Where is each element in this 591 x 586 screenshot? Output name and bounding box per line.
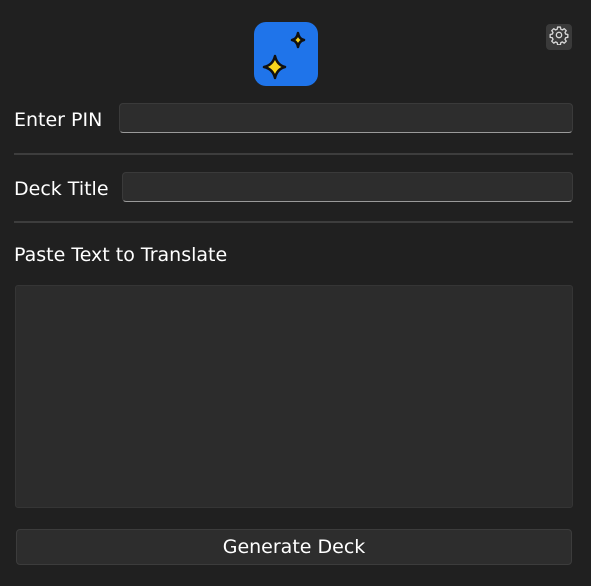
generate-deck-label: Generate Deck <box>222 536 366 558</box>
deck-title-label: Deck Title <box>14 178 109 200</box>
pin-input[interactable] <box>119 103 573 133</box>
gear-icon <box>549 25 569 49</box>
sparkles-icon <box>254 22 318 86</box>
translate-label: Paste Text to Translate <box>14 244 228 266</box>
translate-textarea[interactable] <box>15 285 573 508</box>
generate-deck-button[interactable]: Generate Deck <box>16 529 572 565</box>
deck-title-input[interactable] <box>122 172 573 202</box>
divider <box>14 221 573 223</box>
settings-button[interactable] <box>546 24 572 50</box>
divider <box>14 153 573 155</box>
app-window: Enter PIN Deck Title Paste Text to Trans… <box>0 0 591 586</box>
pin-label: Enter PIN <box>14 109 103 131</box>
